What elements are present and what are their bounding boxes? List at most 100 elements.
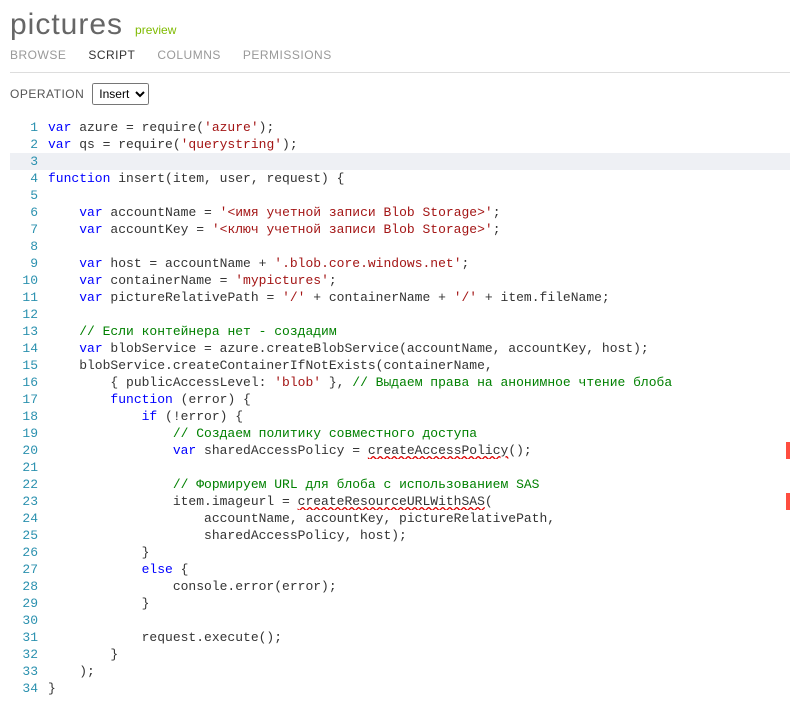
code-line[interactable]: 28 console.error(error); (10, 578, 790, 595)
code-content[interactable]: } (48, 595, 790, 612)
line-number: 17 (10, 391, 48, 408)
code-line[interactable]: 34} (10, 680, 790, 697)
code-content[interactable]: } (48, 680, 790, 697)
code-line[interactable]: 9 var host = accountName + '.blob.core.w… (10, 255, 790, 272)
code-line[interactable]: 6 var accountName = '<имя учетной записи… (10, 204, 790, 221)
code-line[interactable]: 2var qs = require('querystring'); (10, 136, 790, 153)
line-number: 27 (10, 561, 48, 578)
code-line[interactable]: 27 else { (10, 561, 790, 578)
error-marker-icon (786, 493, 790, 510)
code-content[interactable]: sharedAccessPolicy, host); (48, 527, 790, 544)
line-number: 13 (10, 323, 48, 340)
code-line[interactable]: 30 (10, 612, 790, 629)
code-content[interactable]: else { (48, 561, 790, 578)
line-number: 32 (10, 646, 48, 663)
line-number: 4 (10, 170, 48, 187)
code-editor[interactable]: 1var azure = require('azure');2var qs = … (10, 119, 790, 697)
page-title: pictures (10, 8, 123, 42)
code-line[interactable]: 8 (10, 238, 790, 255)
code-content[interactable]: var blobService = azure.createBlobServic… (48, 340, 790, 357)
code-line[interactable]: 22 // Формируем URL для блоба с использо… (10, 476, 790, 493)
code-line[interactable]: 14 var blobService = azure.createBlobSer… (10, 340, 790, 357)
tab-columns[interactable]: COLUMNS (157, 48, 221, 62)
code-content[interactable]: var azure = require('azure'); (48, 119, 790, 136)
code-content[interactable]: { publicAccessLevel: 'blob' }, // Выдаем… (48, 374, 790, 391)
line-number: 7 (10, 221, 48, 238)
operation-select[interactable]: Insert (92, 83, 149, 105)
error-marker-icon (786, 442, 790, 459)
line-number: 5 (10, 187, 48, 204)
code-content[interactable]: item.imageurl = createResourceURLWithSAS… (48, 493, 790, 510)
code-content[interactable]: accountName, accountKey, pictureRelative… (48, 510, 790, 527)
code-line[interactable]: 31 request.execute(); (10, 629, 790, 646)
code-content[interactable]: var sharedAccessPolicy = createAccessPol… (48, 442, 790, 459)
code-line[interactable]: 21 (10, 459, 790, 476)
code-content[interactable] (48, 459, 790, 476)
code-line[interactable]: 23 item.imageurl = createResourceURLWith… (10, 493, 790, 510)
code-line[interactable]: 5 (10, 187, 790, 204)
line-number: 26 (10, 544, 48, 561)
line-number: 10 (10, 272, 48, 289)
code-line[interactable]: 29 } (10, 595, 790, 612)
code-line[interactable]: 33 ); (10, 663, 790, 680)
code-line[interactable]: 32 } (10, 646, 790, 663)
code-content[interactable] (48, 612, 790, 629)
code-line[interactable]: 11 var pictureRelativePath = '/' + conta… (10, 289, 790, 306)
code-line[interactable]: 7 var accountKey = '<ключ учетной записи… (10, 221, 790, 238)
code-content[interactable]: // Если контейнера нет - создадим (48, 323, 790, 340)
page-root: pictures preview BROWSE SCRIPT COLUMNS P… (0, 0, 800, 717)
code-content[interactable]: function (error) { (48, 391, 790, 408)
code-line[interactable]: 26 } (10, 544, 790, 561)
code-content[interactable]: request.execute(); (48, 629, 790, 646)
code-content[interactable]: // Создаем политику совместного доступа (48, 425, 790, 442)
code-content[interactable] (48, 153, 790, 170)
code-content[interactable]: blobService.createContainerIfNotExists(c… (48, 357, 790, 374)
code-content[interactable] (48, 238, 790, 255)
code-content[interactable]: var containerName = 'mypictures'; (48, 272, 790, 289)
code-line[interactable]: 18 if (!error) { (10, 408, 790, 425)
code-content[interactable] (48, 306, 790, 323)
code-line[interactable]: 15 blobService.createContainerIfNotExist… (10, 357, 790, 374)
code-content[interactable]: var host = accountName + '.blob.core.win… (48, 255, 790, 272)
code-line[interactable]: 25 sharedAccessPolicy, host); (10, 527, 790, 544)
tabs-row: BROWSE SCRIPT COLUMNS PERMISSIONS (10, 48, 790, 62)
code-line[interactable]: 4function insert(item, user, request) { (10, 170, 790, 187)
code-line[interactable]: 24 accountName, accountKey, pictureRelat… (10, 510, 790, 527)
code-content[interactable]: if (!error) { (48, 408, 790, 425)
code-line[interactable]: 10 var containerName = 'mypictures'; (10, 272, 790, 289)
code-line[interactable]: 19 // Создаем политику совместного досту… (10, 425, 790, 442)
tab-permissions[interactable]: PERMISSIONS (243, 48, 332, 62)
code-content[interactable]: var pictureRelativePath = '/' + containe… (48, 289, 790, 306)
operation-row: OPERATION Insert (10, 83, 790, 105)
code-content[interactable]: var accountKey = '<ключ учетной записи B… (48, 221, 790, 238)
code-line[interactable]: 17 function (error) { (10, 391, 790, 408)
code-line[interactable]: 13 // Если контейнера нет - создадим (10, 323, 790, 340)
code-line[interactable]: 20 var sharedAccessPolicy = createAccess… (10, 442, 790, 459)
line-number: 19 (10, 425, 48, 442)
line-number: 9 (10, 255, 48, 272)
tab-browse[interactable]: BROWSE (10, 48, 66, 62)
line-number: 20 (10, 442, 48, 459)
divider (10, 72, 790, 73)
code-line[interactable]: 1var azure = require('azure'); (10, 119, 790, 136)
line-number: 8 (10, 238, 48, 255)
code-content[interactable]: ); (48, 663, 790, 680)
code-line[interactable]: 12 (10, 306, 790, 323)
line-number: 15 (10, 357, 48, 374)
code-line[interactable]: 16 { publicAccessLevel: 'blob' }, // Выд… (10, 374, 790, 391)
line-number: 33 (10, 663, 48, 680)
line-number: 29 (10, 595, 48, 612)
line-number: 31 (10, 629, 48, 646)
code-content[interactable]: } (48, 646, 790, 663)
code-content[interactable]: } (48, 544, 790, 561)
tab-script[interactable]: SCRIPT (88, 48, 135, 62)
code-content[interactable]: // Формируем URL для блоба с использован… (48, 476, 790, 493)
code-content[interactable]: console.error(error); (48, 578, 790, 595)
code-content[interactable]: var accountName = '<имя учетной записи B… (48, 204, 790, 221)
line-number: 23 (10, 493, 48, 510)
code-content[interactable]: var qs = require('querystring'); (48, 136, 790, 153)
code-line[interactable]: 3 (10, 153, 790, 170)
code-content[interactable] (48, 187, 790, 204)
line-number: 34 (10, 680, 48, 697)
code-content[interactable]: function insert(item, user, request) { (48, 170, 790, 187)
